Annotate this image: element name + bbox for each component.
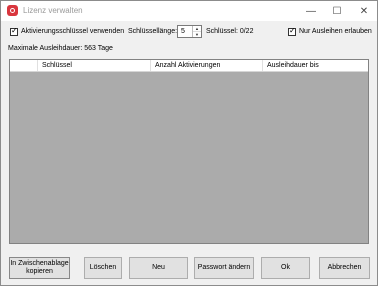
stepper-down-icon[interactable]: ▼ <box>193 31 201 37</box>
app-icon <box>7 5 18 16</box>
new-button[interactable]: Neu <box>129 257 188 279</box>
column-header-activations[interactable]: Anzahl Aktivierungen <box>151 60 263 71</box>
only-lending-label[interactable]: Nur Ausleihen erlauben <box>299 28 372 35</box>
only-lending-checkbox[interactable]: ✓ <box>288 26 296 36</box>
key-length-stepper[interactable]: 5 ▲ ▼ <box>177 25 202 38</box>
stepper-arrows[interactable]: ▲ ▼ <box>192 26 201 37</box>
key-length-value[interactable]: 5 <box>181 28 185 35</box>
column-header-lend-until[interactable]: Ausleihdauer bis <box>263 60 368 71</box>
copy-to-clipboard-button[interactable]: In Zwischenablage kopieren <box>9 257 70 279</box>
checkmark-icon: ✓ <box>11 26 18 35</box>
use-activation-keys-label[interactable]: Aktivierungsschlüssel verwenden <box>21 28 124 35</box>
use-activation-keys-checkbox[interactable]: ✓ <box>10 26 18 36</box>
delete-button[interactable]: Löschen <box>84 257 122 279</box>
checkmark-icon: ✓ <box>289 26 296 35</box>
row-header-corner <box>10 60 38 71</box>
maximize-icon[interactable]: ☐ <box>324 1 350 21</box>
window-title: Lizenz verwalten <box>23 6 83 15</box>
max-lend-duration-label: Maximale Ausleihdauer: 563 Tage <box>8 45 113 52</box>
column-header-key[interactable]: Schlüssel <box>38 60 151 71</box>
table-header: Schlüssel Anzahl Aktivierungen Ausleihda… <box>10 60 368 72</box>
key-length-label: Schlüssellänge: <box>128 28 178 35</box>
title-bar: Lizenz verwalten — ☐ ✕ <box>1 1 377 21</box>
license-dialog: Lizenz verwalten — ☐ ✕ ✓ Aktivierungssch… <box>0 0 378 286</box>
minimize-icon[interactable]: — <box>298 1 324 21</box>
dialog-content: ✓ Aktivierungsschlüssel verwenden Schlüs… <box>1 21 377 285</box>
close-icon[interactable]: ✕ <box>351 1 377 21</box>
change-password-button[interactable]: Passwort ändern <box>194 257 254 279</box>
key-count-label: Schlüssel: 0/22 <box>206 28 254 35</box>
cancel-button[interactable]: Abbrechen <box>319 257 370 279</box>
license-key-table[interactable]: Schlüssel Anzahl Aktivierungen Ausleihda… <box>9 59 369 244</box>
ok-button[interactable]: Ok <box>261 257 310 279</box>
